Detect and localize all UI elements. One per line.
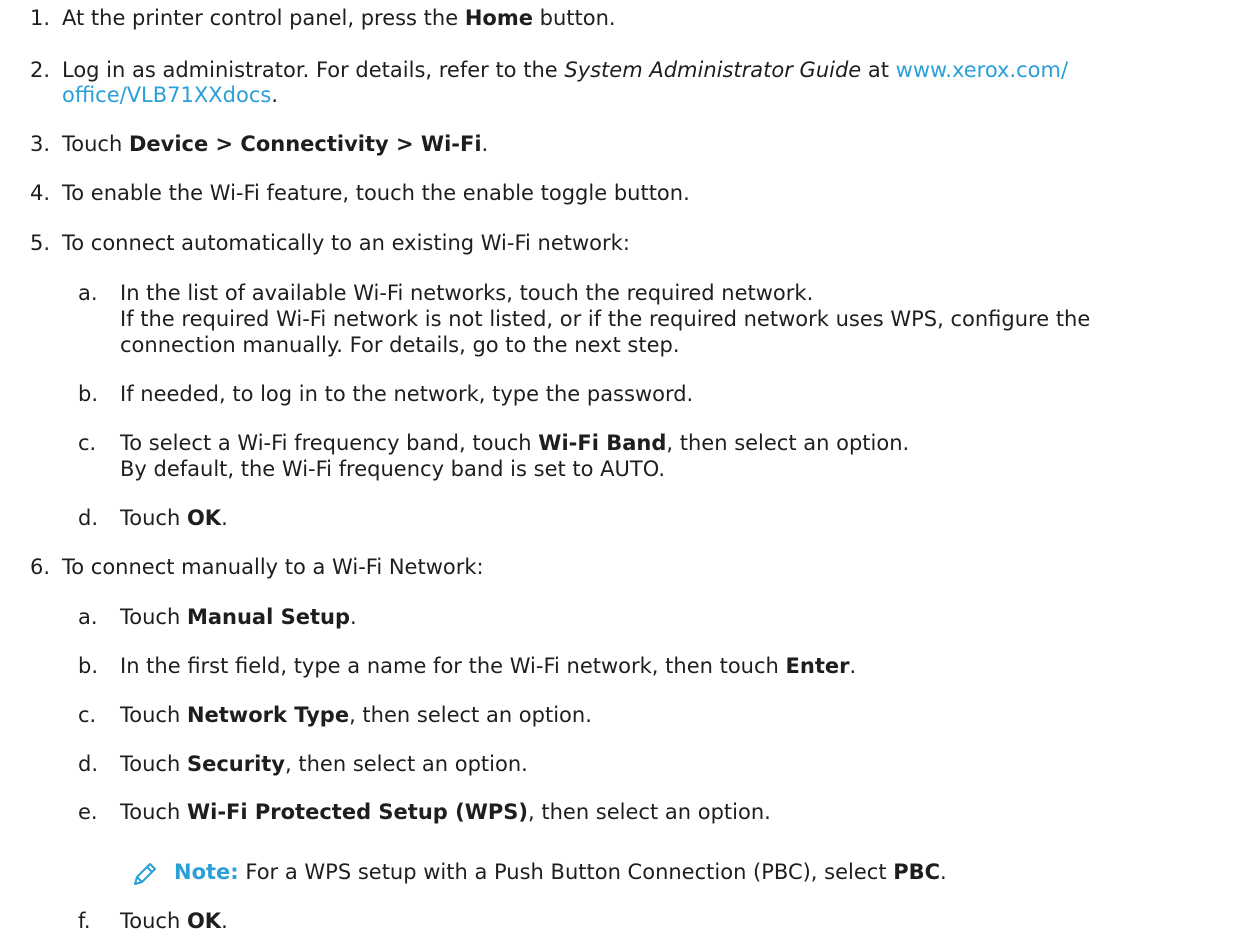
manual-setup-label: Manual Setup bbox=[186, 605, 350, 629]
substep-text: Touch OK. bbox=[120, 504, 228, 533]
substep-text: In the first field, type a name for the … bbox=[120, 652, 856, 681]
document-page: 1. At the printer control panel, press t… bbox=[0, 0, 1249, 950]
note-text: Note: For a WPS setup with a Push Button… bbox=[174, 858, 947, 887]
ok-label: OK bbox=[186, 909, 222, 933]
substep-letter: b. bbox=[78, 654, 99, 678]
step-text: Touch Device > Connectivity > Wi-Fi. bbox=[62, 130, 488, 159]
substep-letter: f. bbox=[78, 909, 91, 933]
pbc-label: PBC bbox=[893, 860, 941, 884]
text: . bbox=[940, 860, 947, 884]
substep-letter: b. bbox=[78, 382, 99, 406]
substep-letter: d. bbox=[78, 752, 99, 776]
step-number: 5. bbox=[29, 231, 50, 255]
text: button. bbox=[532, 6, 616, 30]
step-text: To connect automatically to an existing … bbox=[62, 231, 630, 255]
text: . bbox=[271, 83, 279, 107]
docs-link[interactable]: www.xerox.com/ bbox=[896, 58, 1068, 82]
text: To select a Wi-Fi frequency band, touch bbox=[120, 431, 539, 455]
text: Touch bbox=[62, 132, 129, 156]
text: For a WPS setup with a Push Button Conne… bbox=[238, 860, 894, 884]
step-text: office/VLB71XXdocs. bbox=[62, 81, 278, 110]
substep-letter: a. bbox=[78, 605, 98, 629]
text: . bbox=[481, 132, 489, 156]
substep-text: Touch Network Type, then select an optio… bbox=[120, 701, 592, 730]
text: at bbox=[861, 58, 896, 82]
pencil-icon bbox=[134, 863, 156, 885]
substep-text: To select a Wi-Fi frequency band, touch … bbox=[120, 429, 909, 458]
text: , then select an option. bbox=[528, 800, 771, 824]
menu-path: Device > Connectivity > Wi-Fi bbox=[128, 132, 482, 156]
step-number: 6. bbox=[29, 555, 50, 579]
text: , then select an option. bbox=[666, 431, 910, 455]
step-number: 2. bbox=[29, 58, 50, 82]
text: , then select an option. bbox=[285, 752, 528, 776]
wps-label: Wi-Fi Protected Setup (WPS) bbox=[186, 800, 528, 824]
substep-text: connection manually. For details, go to … bbox=[120, 333, 680, 357]
text: Log in as administrator. For details, re… bbox=[62, 58, 565, 82]
text: . bbox=[849, 654, 857, 678]
text: . bbox=[221, 506, 228, 530]
substep-letter: a. bbox=[78, 281, 98, 305]
text: , then select an option. bbox=[349, 703, 592, 727]
step-number: 1. bbox=[29, 6, 50, 30]
step-text: To enable the Wi-Fi feature, touch the e… bbox=[62, 181, 690, 205]
home-button-label: Home bbox=[464, 6, 533, 30]
text: At the printer control panel, press the bbox=[62, 6, 465, 30]
substep-text: In the list of available Wi-Fi networks,… bbox=[120, 281, 814, 305]
text: Touch bbox=[120, 506, 187, 530]
text: . bbox=[221, 909, 228, 933]
substep-text: Touch Security, then select an option. bbox=[120, 750, 528, 779]
step-number: 4. bbox=[29, 181, 50, 205]
substep-letter: c. bbox=[78, 431, 97, 455]
text: . bbox=[350, 605, 357, 629]
step-text: At the printer control panel, press the … bbox=[62, 4, 616, 33]
ok-label: OK bbox=[186, 506, 222, 530]
security-label: Security bbox=[186, 752, 286, 776]
substep-text: Touch Wi-Fi Protected Setup (WPS), then … bbox=[120, 798, 771, 827]
text: Touch bbox=[120, 605, 187, 629]
guide-title: System Administrator Guide bbox=[564, 58, 862, 82]
text: Touch bbox=[120, 909, 187, 933]
network-type-label: Network Type bbox=[186, 703, 350, 727]
step-text: To connect manually to a Wi-Fi Network: bbox=[62, 555, 484, 579]
substep-text: By default, the Wi-Fi frequency band is … bbox=[120, 457, 666, 481]
docs-link-continued[interactable]: office/VLB71XXdocs bbox=[62, 83, 271, 107]
substep-letter: e. bbox=[78, 800, 98, 824]
text: In the first field, type a name for the … bbox=[120, 654, 786, 678]
text: Touch bbox=[120, 703, 187, 727]
substep-text: Touch Manual Setup. bbox=[120, 603, 357, 632]
substep-letter: c. bbox=[78, 703, 97, 727]
text: Touch bbox=[120, 752, 187, 776]
step-number: 3. bbox=[29, 132, 50, 156]
text: Touch bbox=[120, 800, 187, 824]
substep-text: If needed, to log in to the network, typ… bbox=[120, 382, 694, 406]
note-label: Note: bbox=[174, 860, 239, 884]
wifi-band-label: Wi-Fi Band bbox=[538, 431, 667, 455]
substep-text: If the required Wi-Fi network is not lis… bbox=[120, 307, 1091, 331]
substep-text: Touch OK. bbox=[120, 907, 228, 936]
substep-letter: d. bbox=[78, 506, 99, 530]
enter-label: Enter bbox=[785, 654, 850, 678]
